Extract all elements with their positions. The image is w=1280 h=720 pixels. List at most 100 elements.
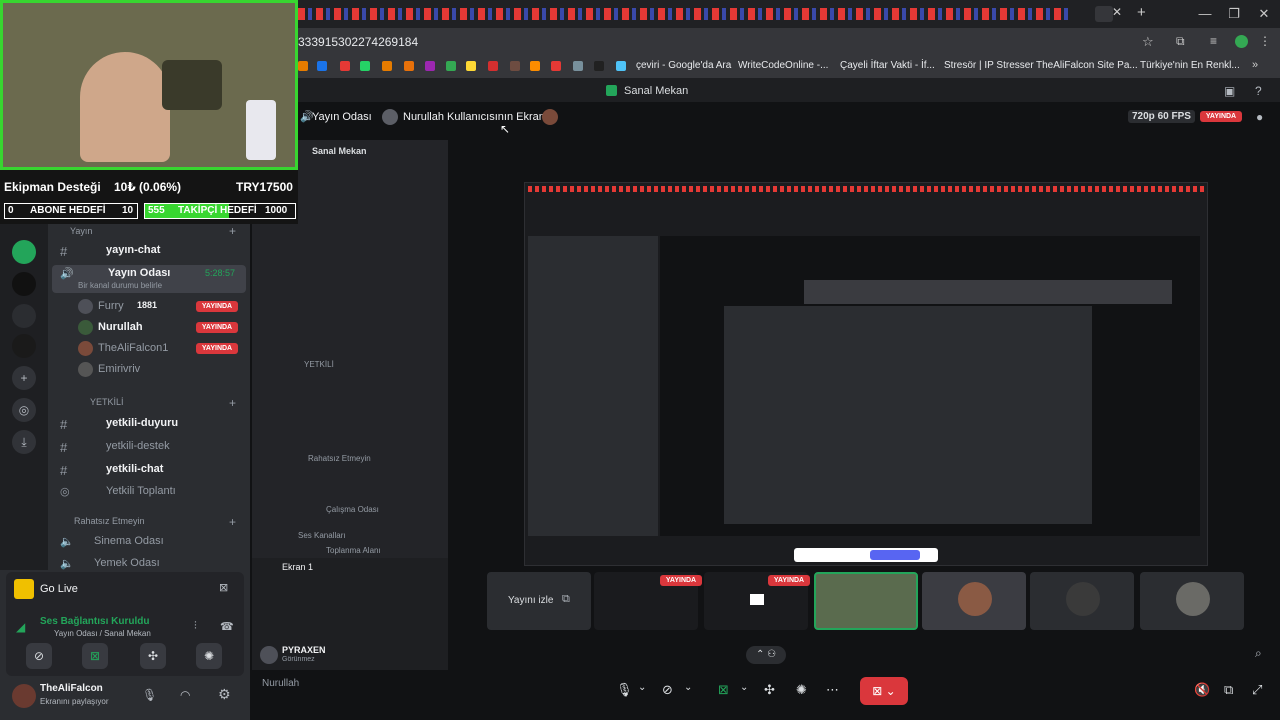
member-name[interactable]: Furry	[98, 300, 124, 312]
bookmark-icon[interactable]	[404, 61, 414, 71]
bookmark-icon[interactable]	[616, 61, 626, 71]
add-channel-icon[interactable]: +	[229, 396, 236, 410]
channel-yemek[interactable]: Yemek Odası	[94, 557, 160, 569]
screen-share-icon[interactable]: ⊠	[718, 682, 729, 700]
add-channel-icon[interactable]: +	[229, 515, 236, 529]
bookmark-icon[interactable]	[573, 61, 583, 71]
bookmark-icon[interactable]	[488, 61, 498, 71]
server-icon[interactable]	[12, 240, 36, 264]
activities-button[interactable]: ✣	[140, 643, 166, 669]
bookmark-icon[interactable]	[594, 61, 604, 71]
bookmark-star-icon[interactable]: ☆	[1142, 34, 1154, 50]
popout-window-icon[interactable]: ⧉	[1224, 682, 1233, 700]
category-yetkili[interactable]: YETKİLİ	[90, 397, 124, 407]
channel-yetkili-chat[interactable]: yetkili-chat	[106, 463, 163, 475]
server-icon[interactable]	[12, 334, 36, 358]
new-tab-icon[interactable]: +	[1137, 4, 1146, 21]
bookmark-icon[interactable]	[530, 61, 540, 71]
channel-sinema[interactable]: Sinema Odası	[94, 535, 164, 547]
camera-off-button[interactable]: ⊘	[26, 643, 52, 669]
bookmark-stresor[interactable]: Stresör | IP Stresser	[944, 60, 1034, 71]
mic-icon[interactable]: 🎙	[142, 688, 157, 702]
bookmark-site[interactable]: TheAliFalcon Site Pa...	[1036, 60, 1138, 71]
media-icon[interactable]: ≡	[1210, 34, 1217, 48]
active-tab[interactable]	[1095, 6, 1113, 22]
bookmark-icon[interactable]	[317, 61, 327, 71]
bookmark-icon[interactable]	[425, 61, 435, 71]
bookmark-writecode[interactable]: WriteCodeOnline -...	[738, 60, 828, 71]
category-yayin[interactable]: Yayın	[70, 226, 92, 236]
user-avatar[interactable]	[12, 684, 36, 708]
help-icon[interactable]: ?	[1255, 84, 1262, 98]
voice-connected-status[interactable]: Ses Bağlantısı Kuruldu	[40, 616, 149, 627]
member-name[interactable]: TheAliFalcon1	[98, 342, 168, 354]
profile-avatar[interactable]	[1235, 35, 1248, 48]
member-name[interactable]: Nurullah	[98, 321, 143, 333]
channel-status[interactable]: Bir kanal durumu belirle	[78, 281, 162, 290]
bookmark-icon[interactable]	[340, 61, 350, 71]
close-tab-icon[interactable]: ✕	[1112, 5, 1122, 19]
popout-icon[interactable]: ⧉	[562, 593, 570, 606]
channel-yetkili-destek[interactable]: yetkili-destek	[106, 440, 170, 452]
add-server-icon[interactable]: +	[12, 366, 36, 390]
bookmark-ceviri[interactable]: çeviri - Google'da Ara	[636, 60, 731, 71]
more-icon[interactable]: ⋯	[826, 682, 839, 700]
go-live-label[interactable]: Go Live	[40, 583, 78, 595]
category-rahatsiz[interactable]: Rahatsız Etmeyin	[74, 516, 145, 526]
user-name[interactable]: TheAliFalcon	[40, 683, 103, 694]
disconnect-icon[interactable]: ☎	[220, 620, 234, 633]
close-icon[interactable]: ⊠	[219, 581, 228, 594]
nested-sidebar	[528, 236, 658, 536]
member-name[interactable]: Emirivriv	[98, 363, 140, 375]
noise-icon[interactable]: ⫶	[194, 620, 197, 633]
server-icon[interactable]	[12, 272, 36, 296]
chevron-down-icon[interactable]: ⌄	[638, 682, 646, 700]
bookmark-cayeli[interactable]: Çayeli İftar Vakti - İf...	[840, 60, 935, 71]
fullscreen-icon[interactable]: ⤢	[1252, 682, 1262, 700]
channel-yetkili-duyuru[interactable]: yetkili-duyuru	[106, 417, 178, 429]
address-bar[interactable]: 333915302274269184	[298, 35, 418, 49]
camera-off-icon[interactable]: ⊘	[662, 682, 673, 700]
bookmark-icon[interactable]	[446, 61, 456, 71]
maximize-button[interactable]: ❐	[1224, 6, 1244, 22]
chevron-down-icon[interactable]: ⌄	[740, 682, 748, 700]
activities-icon[interactable]: ✣	[764, 682, 775, 700]
add-channel-icon[interactable]: +	[229, 224, 236, 238]
extensions-icon[interactable]: ⧉	[1176, 34, 1185, 49]
bookmark-icon[interactable]	[360, 61, 370, 71]
headphones-icon[interactable]: ◠	[180, 688, 190, 702]
voice-path[interactable]: Yayın Odası / Sanal Mekan	[54, 629, 151, 638]
bookmark-icon[interactable]	[298, 61, 308, 71]
hash-icon: #	[60, 463, 68, 478]
minimize-button[interactable]: —	[1195, 6, 1215, 21]
bookmark-icon[interactable]	[551, 61, 561, 71]
gear-icon[interactable]: ⚙	[218, 686, 231, 703]
participant-tile[interactable]	[814, 572, 918, 630]
follow-stream-button[interactable]: Yayını izle	[508, 595, 553, 606]
soundboard-button[interactable]: ✺	[196, 643, 222, 669]
stop-stream-button[interactable]: ⊠ ⌄	[860, 677, 908, 705]
download-icon[interactable]: ⤓	[12, 430, 36, 454]
soundboard-icon[interactable]: ✺	[796, 682, 807, 700]
channel-yetkili-toplanti[interactable]: Yetkili Toplantı	[106, 485, 176, 497]
screen-share-button[interactable]: ⊠	[82, 643, 108, 669]
inbox-icon[interactable]: ▣	[1224, 84, 1235, 98]
bookmark-icon[interactable]	[382, 61, 392, 71]
zoom-icon[interactable]: ⌕	[1255, 646, 1262, 661]
browser-tabs[interactable]	[298, 8, 1068, 20]
server-icon[interactable]	[12, 304, 36, 328]
bookmark-icon[interactable]	[510, 61, 520, 71]
chat-bubble-icon[interactable]: ●	[1256, 110, 1263, 124]
menu-icon[interactable]: ⋮	[1259, 34, 1271, 48]
bookmarks-more-icon[interactable]: »	[1252, 59, 1258, 71]
explore-icon[interactable]: ◎	[12, 398, 36, 422]
collapse-participants-button[interactable]: ⌃ ⚇	[746, 646, 786, 664]
bookmark-turkiye[interactable]: Türkiye'nin En Renkl...	[1140, 60, 1240, 71]
window-close-button[interactable]: ✕	[1254, 6, 1274, 22]
chevron-down-icon[interactable]: ⌄	[684, 682, 692, 700]
channel-yayin-chat[interactable]: yayın-chat	[106, 244, 160, 256]
volume-mute-icon[interactable]: 🔇	[1194, 682, 1210, 700]
bookmark-icon[interactable]	[466, 61, 476, 71]
channel-yayin-odasi[interactable]: Yayın Odası	[108, 267, 170, 279]
mic-icon[interactable]: 🎙	[616, 682, 633, 700]
